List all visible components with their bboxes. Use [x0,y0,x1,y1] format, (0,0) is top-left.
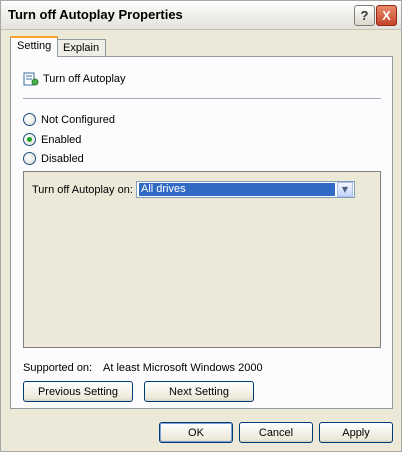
supported-on-value: At least Microsoft Windows 2000 [103,362,263,374]
help-button[interactable]: ? [354,5,375,26]
options-panel: Turn off Autoplay on: All drives ▼ [23,171,381,348]
radio-not-configured-button[interactable] [23,113,36,126]
radio-disabled-button[interactable] [23,152,36,165]
radio-disabled-label: Disabled [41,152,84,165]
radio-not-configured-label: Not Configured [41,113,115,126]
window-title: Turn off Autoplay Properties [8,7,183,22]
close-icon: X [382,8,391,23]
policy-setting-icon [23,72,39,86]
radio-disabled[interactable]: Disabled [23,152,84,165]
previous-setting-button[interactable]: Previous Setting [23,381,133,402]
ok-button[interactable]: OK [159,422,233,443]
tab-explain[interactable]: Explain [56,39,107,57]
properties-dialog: Turn off Autoplay Properties ? X Setting… [0,0,402,452]
radio-not-configured[interactable]: Not Configured [23,113,115,126]
tab-explain-label: Explain [63,42,100,54]
tab-setting-label: Setting [17,40,52,52]
cancel-button[interactable]: Cancel [239,422,313,443]
title-bar[interactable]: Turn off Autoplay Properties ? X [1,1,401,30]
autoplay-drive-value: All drives [139,183,335,196]
setting-panel: Turn off Autoplay Not Configured Enabled… [10,56,393,409]
close-button[interactable]: X [376,5,397,26]
next-setting-button[interactable]: Next Setting [144,381,254,402]
radio-enabled[interactable]: Enabled [23,133,81,146]
divider [23,98,381,99]
radio-enabled-button[interactable] [23,133,36,146]
apply-button[interactable]: Apply [319,422,393,443]
chevron-down-icon[interactable]: ▼ [337,182,353,197]
autoplay-drive-select[interactable]: All drives ▼ [136,181,355,198]
supported-on-label: Supported on: [23,362,93,374]
policy-name: Turn off Autoplay [43,73,126,85]
autoplay-drive-label: Turn off Autoplay on: [32,184,133,196]
radio-enabled-label: Enabled [41,133,82,146]
tab-setting[interactable]: Setting [10,36,59,57]
policy-header: Turn off Autoplay [23,71,126,87]
